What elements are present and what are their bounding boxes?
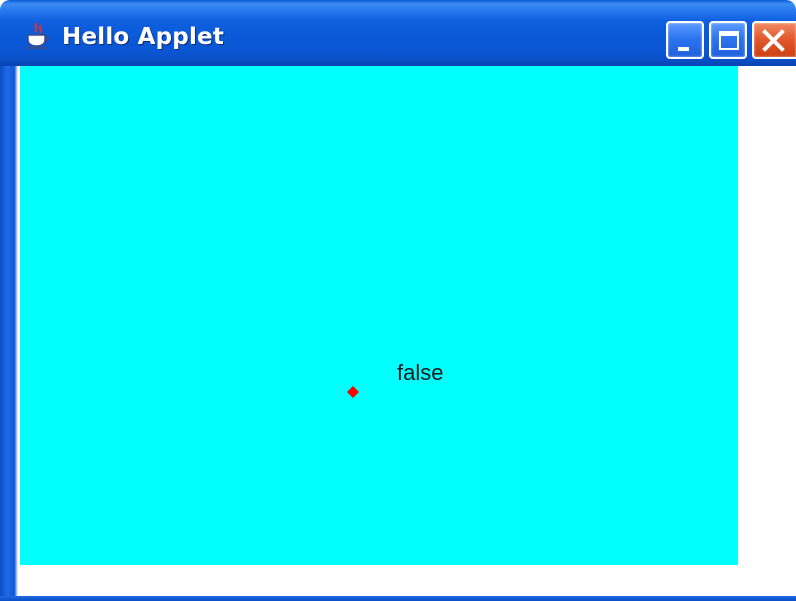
window-frame-left (0, 66, 18, 601)
java-coffee-cup-icon[interactable] (22, 21, 52, 51)
window-title: Hello Applet (62, 24, 225, 50)
status-text: false (397, 360, 444, 385)
window-frame-bottom (0, 596, 796, 601)
title-bar[interactable]: Hello Applet (0, 0, 796, 66)
close-icon (762, 29, 785, 52)
applet-canvas[interactable]: false (20, 66, 738, 565)
maximize-button[interactable] (709, 21, 747, 59)
applet-window: Hello Applet false (0, 0, 796, 601)
red-dot-marker (347, 386, 359, 398)
maximize-icon (719, 31, 739, 50)
minimize-button[interactable] (666, 21, 704, 59)
minimize-icon (678, 47, 689, 51)
close-button[interactable] (752, 21, 796, 59)
